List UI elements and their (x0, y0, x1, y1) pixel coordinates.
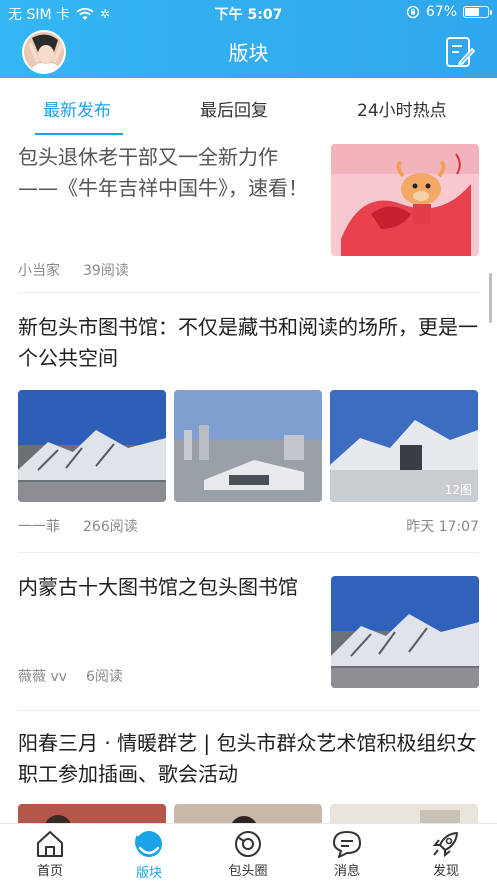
battery-icon (463, 6, 492, 18)
post-author: 一一菲 (18, 519, 60, 535)
tab-underline (35, 133, 123, 135)
post-title[interactable]: 包头退休老干部又一全新力作——《牛年吉祥中国牛》，速看！ (18, 142, 308, 204)
post-time: 昨天 17:07 (406, 519, 479, 535)
tabbar-messages[interactable]: 消息 (317, 830, 377, 879)
feed-tabs: 最新发布 最后回复 24小时热点 (0, 78, 497, 136)
post-title[interactable]: 新包头市图书馆：不仅是藏书和阅读的场所，更是一个公共空间 (18, 312, 479, 374)
board-icon (135, 831, 162, 857)
nav-bar: 版块 (0, 26, 497, 78)
scroll-indicator[interactable] (489, 273, 492, 323)
tabbar-label: 消息 (333, 864, 360, 879)
page-title: 版块 (228, 41, 269, 65)
tabbar-discover[interactable]: 发现 (416, 830, 476, 879)
post-thumbnail[interactable] (331, 144, 479, 256)
message-icon (333, 831, 361, 858)
post-image[interactable] (18, 390, 166, 502)
post-reads: 266阅读 (83, 519, 138, 535)
post-author: 薇薇 vv (18, 669, 68, 685)
post-title[interactable]: 内蒙古十大图书馆之包头图书馆 (18, 572, 308, 603)
post-thumbnail[interactable] (331, 576, 479, 688)
orientation-lock-icon (406, 5, 420, 19)
post-item[interactable]: 包头退休老干部又一全新力作——《牛年吉祥中国牛》，速看！ 小当家 39阅读 (18, 142, 479, 282)
tab-last-reply[interactable]: 最后回复 (200, 96, 268, 121)
tabbar-label: 包头圈 (228, 864, 268, 879)
post-item[interactable]: 阳春三月 · 情暖群艺 | 包头市群众艺术馆积极组织女职工参加插画、歌会活动 (18, 728, 479, 834)
post-item[interactable]: 新包头市图书馆：不仅是藏书和阅读的场所，更是一个公共空间 12图 一一菲 266… (18, 312, 479, 542)
post-image[interactable] (174, 390, 322, 502)
post-item[interactable]: 内蒙古十大图书馆之包头图书馆 薇薇 vv 6阅读 (18, 572, 479, 712)
tab-latest[interactable]: 最新发布 (43, 96, 111, 121)
post-reads: 6阅读 (86, 669, 123, 685)
tabbar-board[interactable]: 版块 (119, 830, 179, 881)
post-title[interactable]: 阳春三月 · 情暖群艺 | 包头市群众艺术馆积极组织女职工参加插画、歌会活动 (18, 728, 479, 790)
status-bar: 无 SIM 卡 ✲ 下午 5:07 67% (0, 0, 497, 26)
tabbar-label: 发现 (432, 864, 459, 879)
tabbar-home[interactable]: 首页 (20, 830, 80, 879)
rocket-icon (432, 832, 458, 858)
tabbar-label: 首页 (36, 864, 63, 879)
battery-percent: 67% (425, 4, 457, 20)
image-count-badge: 12图 (444, 483, 472, 497)
post-image[interactable]: 12图 (330, 390, 478, 502)
home-icon (37, 831, 63, 857)
tabbar-label: 版块 (135, 866, 162, 881)
tabbar-circle[interactable]: 包头圈 (218, 830, 278, 879)
divider (18, 552, 479, 553)
edit-post-icon[interactable] (445, 36, 475, 68)
circle-icon (235, 831, 261, 857)
divider (18, 710, 479, 711)
post-author: 小当家 (18, 263, 60, 279)
divider (18, 292, 479, 293)
post-reads: 39阅读 (83, 263, 129, 279)
tab-24h-hot[interactable]: 24小时热点 (357, 96, 447, 121)
bottom-tab-bar: 首页 版块 包头圈 消息 发现 (0, 823, 497, 883)
